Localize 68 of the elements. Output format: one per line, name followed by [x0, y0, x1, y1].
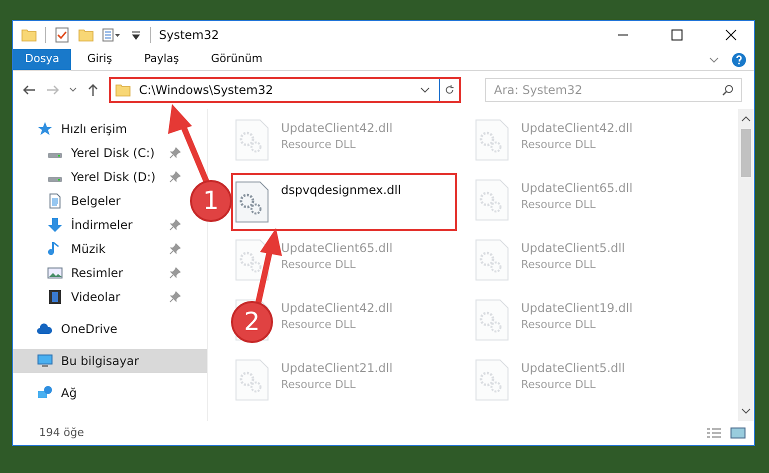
down-arrow-icon	[47, 217, 63, 233]
settings-file-icon	[475, 119, 509, 161]
file-type: Resource DLL	[521, 377, 597, 393]
file-name[interactable]: dspvqdesignmex.dll	[281, 181, 402, 199]
settings-file-icon	[475, 359, 509, 401]
scrollbar-thumb[interactable]	[741, 129, 751, 177]
ribbon-tab[interactable]: Görünüm	[195, 49, 278, 70]
scrollbar[interactable]	[738, 109, 754, 421]
file-item[interactable]: dspvqdesignmex.dll	[231, 173, 457, 231]
ribbon-tab[interactable]: Dosya	[13, 49, 72, 70]
settings-file-icon	[475, 299, 509, 341]
file-type: Resource DLL	[281, 317, 357, 333]
settings-file-icon	[235, 239, 269, 281]
document-icon	[47, 193, 63, 209]
checklist-icon[interactable]	[54, 27, 70, 43]
network-icon	[37, 385, 53, 401]
picture-icon	[47, 265, 63, 281]
chevron-down-icon[interactable]	[69, 86, 77, 94]
properties-icon[interactable]	[102, 27, 122, 43]
film-icon	[47, 289, 63, 305]
sidebar-item[interactable]: Yerel Disk (D:)	[47, 165, 156, 189]
dropdown-icon[interactable]	[130, 29, 142, 41]
drive-icon	[47, 152, 63, 159]
ribbon-tab[interactable]: Paylaş	[128, 49, 195, 70]
sidebar-item[interactable]: Müzik	[47, 237, 106, 261]
file-type: Resource DLL	[281, 137, 357, 153]
pin-icon[interactable]	[169, 267, 181, 279]
large-icons-view-icon[interactable]	[730, 427, 746, 439]
sidebar-item[interactable]: İndirmeler	[47, 213, 133, 237]
sidebar-item[interactable]: OneDrive	[37, 317, 118, 341]
sidebar-item[interactable]: Hızlı erişim	[37, 117, 128, 141]
pin-icon[interactable]	[169, 291, 181, 303]
sidebar-item[interactable]: Videolar	[47, 285, 120, 309]
settings-file-icon	[235, 119, 269, 161]
sidebar-item[interactable]: Resimler	[47, 261, 124, 285]
pin-icon[interactable]	[169, 147, 181, 159]
drive-icon	[47, 176, 63, 183]
ribbon-tab[interactable]: Giriş	[71, 49, 128, 70]
settings-file-icon	[475, 179, 509, 221]
pin-icon[interactable]	[169, 219, 181, 231]
settings-file-icon	[235, 181, 269, 223]
search-field[interactable]: Ara: System32	[485, 78, 742, 102]
file-type: Resource DLL	[281, 257, 357, 273]
sidebar-item[interactable]: Yerel Disk (C:)	[47, 141, 155, 165]
new-folder-icon	[78, 27, 94, 43]
help-icon[interactable]	[732, 52, 746, 66]
pin-icon[interactable]	[169, 243, 181, 255]
settings-file-icon	[475, 239, 509, 281]
sidebar-item[interactable]: Belgeler	[47, 189, 121, 213]
star-icon	[37, 121, 53, 137]
file-type: Resource DLL	[281, 377, 357, 393]
sidebar-item[interactable]: Ağ	[37, 381, 77, 405]
address-bar[interactable]: C:\Windows\System32	[109, 77, 461, 103]
pin-icon[interactable]	[169, 171, 181, 183]
sidebar-item[interactable]: Bu bilgisayar	[13, 349, 207, 373]
file-type: Resource DLL	[521, 197, 597, 213]
window-title: System32	[159, 27, 220, 44]
folder-icon	[115, 82, 131, 98]
search-icon[interactable]	[722, 84, 734, 96]
details-view-icon[interactable]	[706, 427, 722, 439]
settings-file-icon	[235, 359, 269, 401]
cloud-icon	[37, 321, 53, 337]
file-type: Resource DLL	[521, 137, 597, 153]
folder-icon	[21, 27, 37, 43]
file-type: Resource DLL	[521, 317, 597, 333]
monitor-icon	[37, 353, 53, 369]
file-type: Resource DLL	[521, 257, 597, 273]
item-count: 194 öğe	[39, 424, 84, 441]
